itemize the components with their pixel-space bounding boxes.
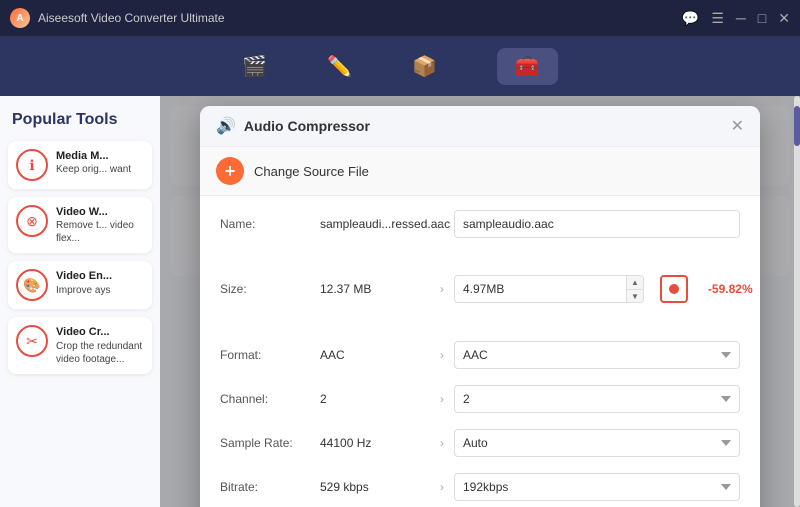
change-source-bar: + Change Source File: [200, 147, 760, 196]
toolbar-item-edit[interactable]: ✏️: [327, 54, 352, 79]
sidebar-item-video-crop[interactable]: ✂ Video Cr... Crop the redundant video f…: [8, 317, 152, 373]
slider-dot: [669, 284, 679, 294]
video-enhancer-icon: 🎨: [16, 269, 48, 301]
format-select[interactable]: AAC MP3 OGG FLAC: [454, 341, 740, 369]
title-bar-left: A Aiseesoft Video Converter Ultimate: [10, 8, 225, 28]
channel-row: Channel: 2 › 2 1: [220, 383, 740, 415]
modal-header: 🔊 Audio Compressor ✕: [200, 106, 760, 147]
sample-rate-original: 44100 Hz: [320, 436, 430, 450]
bitrate-arrow: ›: [440, 480, 444, 494]
sidebar-item-media-text: Media M... Keep orig... want: [56, 149, 131, 176]
size-input-wrapper: ▲ ▼: [454, 275, 644, 303]
size-spin-up[interactable]: ▲: [627, 275, 643, 290]
content-area: Popular Tools ℹ Media M... Keep orig... …: [0, 96, 800, 507]
size-row: Size: 12.37 MB › ▲ ▼: [220, 252, 740, 327]
main-content: 🔊 Audio Compressor ✕ + Change Source Fil…: [160, 96, 800, 507]
minimize-button[interactable]: ─: [736, 10, 746, 26]
bitrate-original: 529 kbps: [320, 480, 430, 494]
bitrate-label: Bitrate:: [220, 480, 320, 494]
size-row-extra: ▲ ▼ -59.82%: [454, 252, 760, 327]
name-label: Name:: [220, 217, 320, 231]
title-bar: A Aiseesoft Video Converter Ultimate 💬 ☰…: [0, 0, 800, 36]
toolbar-item-toolbox[interactable]: 🧰: [497, 48, 558, 85]
scrollbar-thumb[interactable]: [794, 106, 800, 146]
size-spin-down[interactable]: ▼: [627, 290, 643, 304]
modal-title: Audio Compressor: [244, 118, 370, 134]
sidebar-item-crop-text: Video Cr... Crop the redundant video foo…: [56, 325, 144, 365]
audio-compressor-modal: 🔊 Audio Compressor ✕ + Change Source Fil…: [200, 106, 760, 507]
name-row: Name: sampleaudi...ressed.aac ›: [220, 208, 740, 240]
video-crop-icon: ✂: [16, 325, 48, 357]
sidebar-item-media-desc: Keep orig... want: [56, 163, 131, 176]
edit-icon: ✏️: [327, 54, 352, 79]
bitrate-row: Bitrate: 529 kbps › 128kbps 192kbps 256k…: [220, 471, 740, 503]
sidebar-item-watermark-desc: Remove t... video flex...: [56, 219, 144, 245]
sidebar-item-watermark-title: Video W...: [56, 205, 144, 219]
name-input[interactable]: [454, 210, 740, 238]
menu-icon[interactable]: ☰: [711, 10, 724, 27]
media-metadata-icon: ℹ: [16, 149, 48, 181]
main-toolbar: 🎬 ✏️ 📦 🧰: [0, 36, 800, 96]
sample-rate-label: Sample Rate:: [220, 436, 320, 450]
size-percent: -59.82%: [708, 282, 753, 296]
slider-container: [660, 275, 688, 303]
title-bar-controls: 💬 ☰ ─ □ ✕: [682, 10, 790, 27]
format-arrow: ›: [440, 348, 444, 362]
modal-title-icon: 🔊: [216, 116, 236, 136]
bitrate-select[interactable]: 128kbps 192kbps 256kbps 320kbps: [454, 473, 740, 501]
channel-original: 2: [320, 392, 430, 406]
toolbox-icon: 🧰: [515, 54, 540, 79]
format-row: Format: AAC › AAC MP3 OGG FLAC: [220, 339, 740, 371]
sidebar-title: Popular Tools: [8, 111, 152, 129]
format-label: Format:: [220, 348, 320, 362]
sidebar-item-enhancer-title: Video En...: [56, 269, 112, 283]
modal-title-row: 🔊 Audio Compressor: [216, 116, 370, 136]
video-watermark-icon: ⊗: [16, 205, 48, 237]
sidebar: Popular Tools ℹ Media M... Keep orig... …: [0, 96, 160, 507]
sidebar-item-enhancer-desc: Improve ays: [56, 284, 112, 297]
chat-icon[interactable]: 💬: [682, 10, 699, 27]
toolbar-item-compress[interactable]: 📦: [412, 54, 437, 79]
compress-icon: 📦: [412, 54, 437, 79]
app-icon: A: [10, 8, 30, 28]
channel-select[interactable]: 2 1: [454, 385, 740, 413]
channel-arrow: ›: [440, 392, 444, 406]
sidebar-item-video-watermark[interactable]: ⊗ Video W... Remove t... video flex...: [8, 197, 152, 253]
add-source-button[interactable]: +: [216, 157, 244, 185]
sidebar-item-video-enhancer[interactable]: 🎨 Video En... Improve ays: [8, 261, 152, 309]
sidebar-item-crop-title: Video Cr...: [56, 325, 144, 339]
convert-icon: 🎬: [242, 54, 267, 79]
sidebar-item-media-metadata[interactable]: ℹ Media M... Keep orig... want: [8, 141, 152, 189]
sample-rate-select[interactable]: Auto 44100 Hz 48000 Hz: [454, 429, 740, 457]
sidebar-item-watermark-text: Video W... Remove t... video flex...: [56, 205, 144, 245]
modal-overlay: 🔊 Audio Compressor ✕ + Change Source Fil…: [160, 96, 800, 507]
channel-label: Channel:: [220, 392, 320, 406]
format-original: AAC: [320, 348, 430, 362]
close-button[interactable]: ✕: [778, 10, 790, 27]
change-source-label: Change Source File: [254, 164, 369, 179]
sidebar-item-media-title: Media M...: [56, 149, 131, 163]
size-input[interactable]: [455, 282, 626, 296]
sample-rate-row: Sample Rate: 44100 Hz › Auto 44100 Hz 48…: [220, 427, 740, 459]
app-title: Aiseesoft Video Converter Ultimate: [38, 11, 225, 25]
modal-close-button[interactable]: ✕: [731, 116, 744, 136]
maximize-button[interactable]: □: [758, 10, 766, 26]
form-area: Name: sampleaudi...ressed.aac › Size: 12…: [200, 196, 760, 507]
name-original: sampleaudi...ressed.aac: [320, 217, 430, 231]
size-original: 12.37 MB: [320, 282, 430, 296]
size-label: Size:: [220, 282, 320, 296]
size-spinners: ▲ ▼: [626, 275, 643, 303]
sidebar-item-crop-desc: Crop the redundant video footage...: [56, 340, 144, 366]
sidebar-item-enhancer-text: Video En... Improve ays: [56, 269, 112, 296]
scrollbar[interactable]: [794, 96, 800, 507]
name-arrow: ›: [440, 217, 444, 231]
slider-box[interactable]: [660, 275, 688, 303]
size-arrow: ›: [440, 282, 444, 296]
toolbar-item-convert[interactable]: 🎬: [242, 54, 267, 79]
sample-rate-arrow: ›: [440, 436, 444, 450]
